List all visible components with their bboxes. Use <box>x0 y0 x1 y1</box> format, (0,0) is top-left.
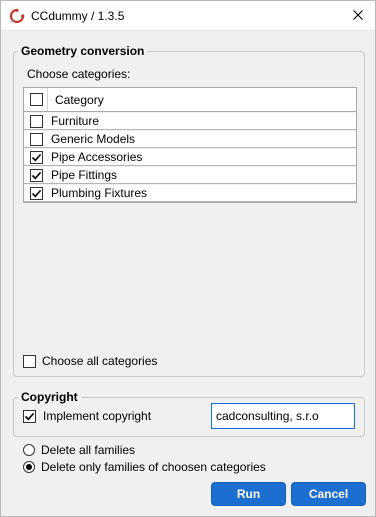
checkmark-icon <box>31 153 42 162</box>
delete-chosen-families-label: Delete only families of choosen categori… <box>41 460 266 474</box>
category-checkbox[interactable] <box>30 151 43 164</box>
delete-chosen-families-radio[interactable] <box>23 461 35 473</box>
close-button[interactable] <box>345 3 371 29</box>
delete-all-families-label: Delete all families <box>41 443 136 457</box>
choose-all-categories-checkbox[interactable] <box>23 355 36 368</box>
category-list-header: Category <box>24 88 356 112</box>
choose-categories-label: Choose categories: <box>27 67 131 81</box>
dialog-window: CCdummy / 1.3.5 Geometry conversion Choo… <box>0 0 376 517</box>
checkmark-icon <box>31 171 42 180</box>
select-all-header-checkbox[interactable] <box>30 93 43 106</box>
copyright-text-input[interactable] <box>211 403 355 429</box>
checkmark-icon <box>31 189 42 198</box>
category-label: Pipe Fittings <box>51 168 118 182</box>
implement-copyright-label: Implement copyright <box>43 409 152 423</box>
window-title: CCdummy / 1.3.5 <box>31 9 125 23</box>
category-row[interactable]: Pipe Fittings <box>24 167 356 184</box>
implement-copyright-checkbox[interactable] <box>23 410 36 423</box>
geometry-conversion-group: Geometry conversion Choose categories: C… <box>13 44 365 377</box>
category-checkbox[interactable] <box>30 115 43 128</box>
category-list[interactable]: Category Furniture Generic Models Pipe Acc… <box>23 87 357 203</box>
category-checkbox[interactable] <box>30 187 43 200</box>
category-label: Furniture <box>51 114 100 128</box>
close-icon <box>353 9 363 23</box>
category-row[interactable]: Pipe Accessories <box>24 149 356 166</box>
category-column-header: Category <box>55 93 104 107</box>
copyright-group: Copyright Implement copyright <box>13 390 365 437</box>
category-checkbox[interactable] <box>30 133 43 146</box>
choose-all-categories-label: Choose all categories <box>42 354 158 368</box>
category-label: Generic Models <box>51 132 136 146</box>
geometry-conversion-legend: Geometry conversion <box>18 44 148 58</box>
app-logo-icon <box>9 8 25 24</box>
header-divider <box>47 88 48 111</box>
category-label: Pipe Accessories <box>51 150 143 164</box>
category-label: Plumbing Fixtures <box>51 186 148 200</box>
cancel-button[interactable]: Cancel <box>291 482 366 506</box>
copyright-legend: Copyright <box>18 390 81 404</box>
run-button[interactable]: Run <box>211 482 286 506</box>
category-row[interactable]: Generic Models <box>24 131 356 148</box>
title-bar[interactable]: CCdummy / 1.3.5 <box>1 1 375 31</box>
category-row[interactable]: Plumbing Fixtures <box>24 185 356 202</box>
category-checkbox[interactable] <box>30 169 43 182</box>
delete-all-families-radio[interactable] <box>23 444 35 456</box>
checkmark-icon <box>24 412 35 421</box>
category-row[interactable]: Furniture <box>24 113 356 130</box>
